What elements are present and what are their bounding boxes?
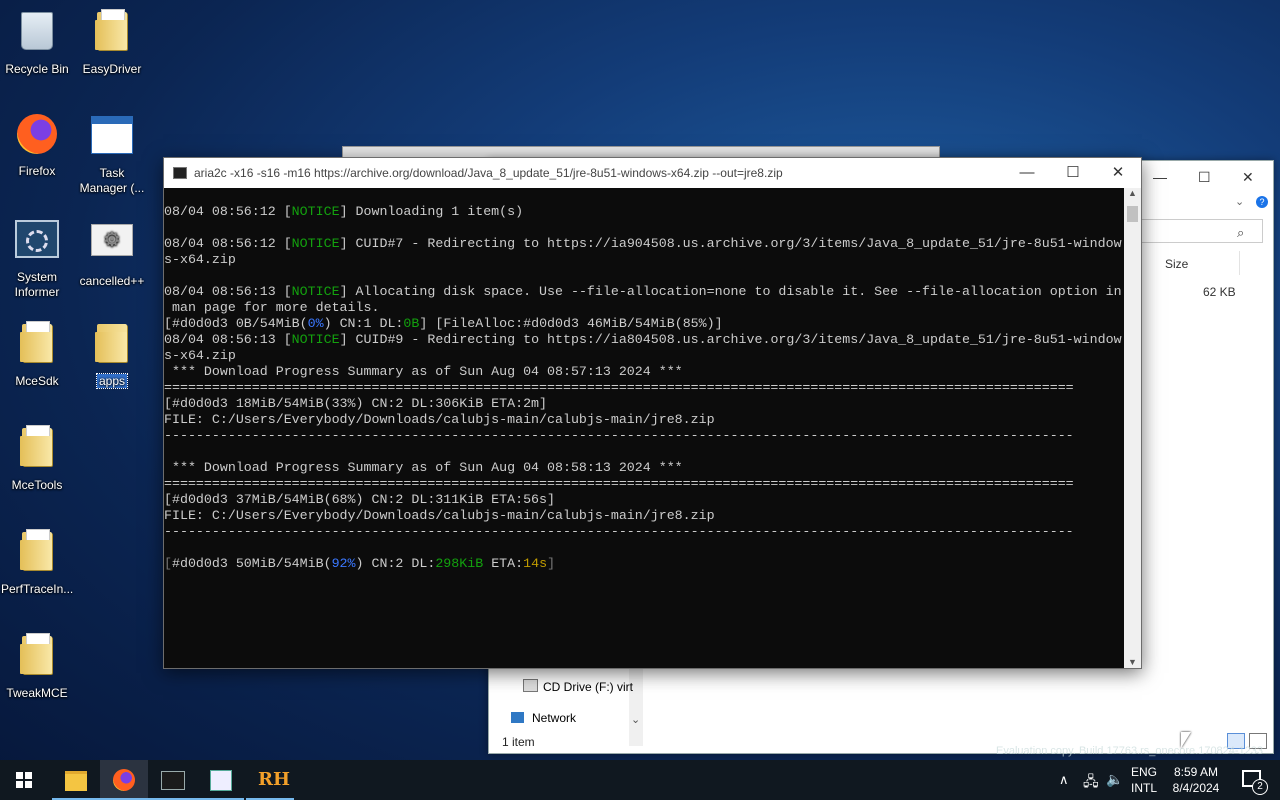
chevron-up-icon[interactable]: ∧ [1059, 772, 1069, 788]
console-line: [#d0d0d3 37MiB/54MiB(68%) CN:2 DL:311KiB… [164, 492, 555, 507]
firefox-icon [113, 769, 135, 791]
notification-center-button[interactable]: 2 [1232, 760, 1272, 800]
console-line: [#d0d0d3 0B/54MiB(0%) CN:1 DL:0B] [FileA… [164, 316, 723, 331]
console-output[interactable]: 08/04 08:56:12 [NOTICE] Downloading 1 it… [164, 188, 1124, 684]
minimize-icon[interactable]: — [1153, 169, 1167, 185]
network-icon[interactable]: 🖧 [1083, 771, 1099, 795]
task-manager-icon [89, 116, 135, 162]
taskbar-rh[interactable]: RH [246, 760, 294, 800]
scroll-up-icon[interactable]: ▲ [1128, 188, 1137, 198]
desktop-icon-tweakmce[interactable]: TweakMCE [1, 632, 73, 701]
column-divider [1239, 251, 1240, 275]
notification-count-badge: 2 [1252, 779, 1268, 795]
folder-icon [14, 321, 60, 370]
console-line: ----------------------------------------… [164, 428, 1074, 443]
console-line: *** Download Progress Summary as of Sun … [164, 364, 683, 379]
system-informer-icon [14, 220, 60, 266]
language-indicator[interactable]: ENG INTL [1128, 765, 1160, 795]
maximize-button[interactable]: ☐ [1050, 161, 1096, 185]
console-line: 08/04 08:56:13 [NOTICE] Allocating disk … [164, 284, 1122, 299]
taskbar-firefox[interactable] [100, 760, 148, 800]
maximize-icon[interactable]: ☐ [1198, 169, 1211, 186]
desktop-icon-mcesdk[interactable]: MceSdk [1, 320, 73, 389]
volume-icon[interactable]: 🔈 [1106, 771, 1123, 788]
desktop-icon-system-informer[interactable]: System Informer [1, 216, 73, 300]
close-button[interactable]: ✕ [1095, 161, 1141, 185]
console-line: 08/04 08:56:13 [NOTICE] CUID#9 - Redirec… [164, 332, 1122, 347]
window-title: aria2c -x16 -s16 -m16 https://archive.or… [194, 166, 783, 180]
desktop-icon-apps[interactable]: apps [76, 320, 148, 389]
status-item-count: 1 item [502, 735, 535, 749]
folder-icon [14, 425, 60, 474]
mouse-cursor-icon [1181, 732, 1191, 748]
folder-icon [14, 529, 60, 578]
folder-icon [89, 324, 135, 370]
clock[interactable]: 8:59 AM 8/4/2024 [1164, 765, 1228, 795]
console-line: ========================================… [164, 476, 1074, 491]
search-icon: ⌕ [1237, 225, 1245, 240]
console-line: man page for more details. [164, 300, 380, 315]
console-titlebar[interactable]: aria2c -x16 -s16 -m16 https://archive.or… [164, 158, 1141, 188]
file-explorer-icon [65, 771, 87, 791]
settings-icon: ⚙ [89, 224, 135, 270]
taskbar: RH ∧ 🖧 🔈 ENG INTL 8:59 AM 8/4/2024 2 [0, 760, 1280, 800]
desktop-icon-task-manager[interactable]: Task Manager (... [76, 112, 148, 196]
windows-icon [16, 772, 32, 788]
start-button[interactable] [0, 760, 48, 800]
recycle-bin-icon [14, 12, 60, 58]
console-line: FILE: C:/Users/Everybody/Downloads/calub… [164, 412, 715, 427]
console-line: 08/04 08:56:12 [NOTICE] Downloading 1 it… [164, 204, 524, 219]
scrollbar-thumb[interactable] [1127, 206, 1138, 222]
console-line: s-x64.zip [164, 348, 236, 363]
console-line: 08/04 08:56:12 [NOTICE] CUID#7 - Redirec… [164, 236, 1122, 251]
console-line: *** Download Progress Summary as of Sun … [164, 460, 683, 475]
search-box[interactable] [1141, 219, 1263, 243]
folder-icon [89, 9, 135, 58]
taskbar-file-explorer[interactable] [52, 760, 100, 800]
scroll-down-icon[interactable]: ⌄ [631, 713, 640, 726]
desktop-icon-firefox[interactable]: Firefox [1, 112, 73, 179]
desktop-icon-mcetools[interactable]: MceTools [1, 424, 73, 493]
size-column-header[interactable]: Size [1165, 257, 1188, 271]
minimize-button[interactable]: — [1004, 161, 1050, 185]
help-icon[interactable]: ? [1256, 196, 1268, 208]
apps-label-selected: apps [95, 373, 129, 389]
console-line: ----------------------------------------… [164, 524, 1074, 539]
console-line: FILE: C:/Users/Everybody/Downloads/calub… [164, 508, 715, 523]
console-progress-line: [#d0d0d3 50MiB/54MiB(92%) CN:2 DL:298KiB… [164, 556, 556, 571]
nav-item-network[interactable]: Network [511, 711, 576, 725]
network-icon [511, 712, 524, 723]
desktop-icon-easydriver[interactable]: EasyDriver [76, 8, 148, 77]
taskbar-notepad[interactable] [196, 760, 244, 800]
console-line: ========================================… [164, 380, 1074, 395]
evaluation-watermark: Evaluation copy. Build 17763.rs_onecore.… [996, 745, 1264, 757]
taskbar-terminal[interactable] [148, 760, 196, 800]
notepad-icon [210, 770, 232, 791]
desktop-icon-cancelled[interactable]: ⚙ cancelled++ [76, 216, 148, 289]
file-size-value: 62 KB [1203, 285, 1236, 299]
console-line: s-x64.zip [164, 252, 236, 267]
close-icon[interactable]: ✕ [1242, 169, 1254, 186]
scroll-down-icon[interactable]: ▼ [1128, 657, 1137, 667]
console-line: [#d0d0d3 18MiB/54MiB(33%) CN:2 DL:306KiB… [164, 396, 548, 411]
desktop-icon-recycle-bin[interactable]: Recycle Bin [1, 8, 73, 77]
console-icon [173, 167, 187, 179]
terminal-icon [161, 771, 185, 790]
desktop-icon-perftrace[interactable]: PerfTraceIn... [1, 528, 73, 597]
firefox-icon [14, 114, 60, 160]
rh-icon: RH [258, 769, 290, 790]
console-window[interactable]: aria2c -x16 -s16 -m16 https://archive.or… [163, 157, 1142, 669]
folder-icon [14, 633, 60, 682]
chevron-down-icon[interactable]: ⌄ [1235, 195, 1244, 208]
console-scrollbar[interactable]: ▲ ▼ [1124, 188, 1141, 668]
